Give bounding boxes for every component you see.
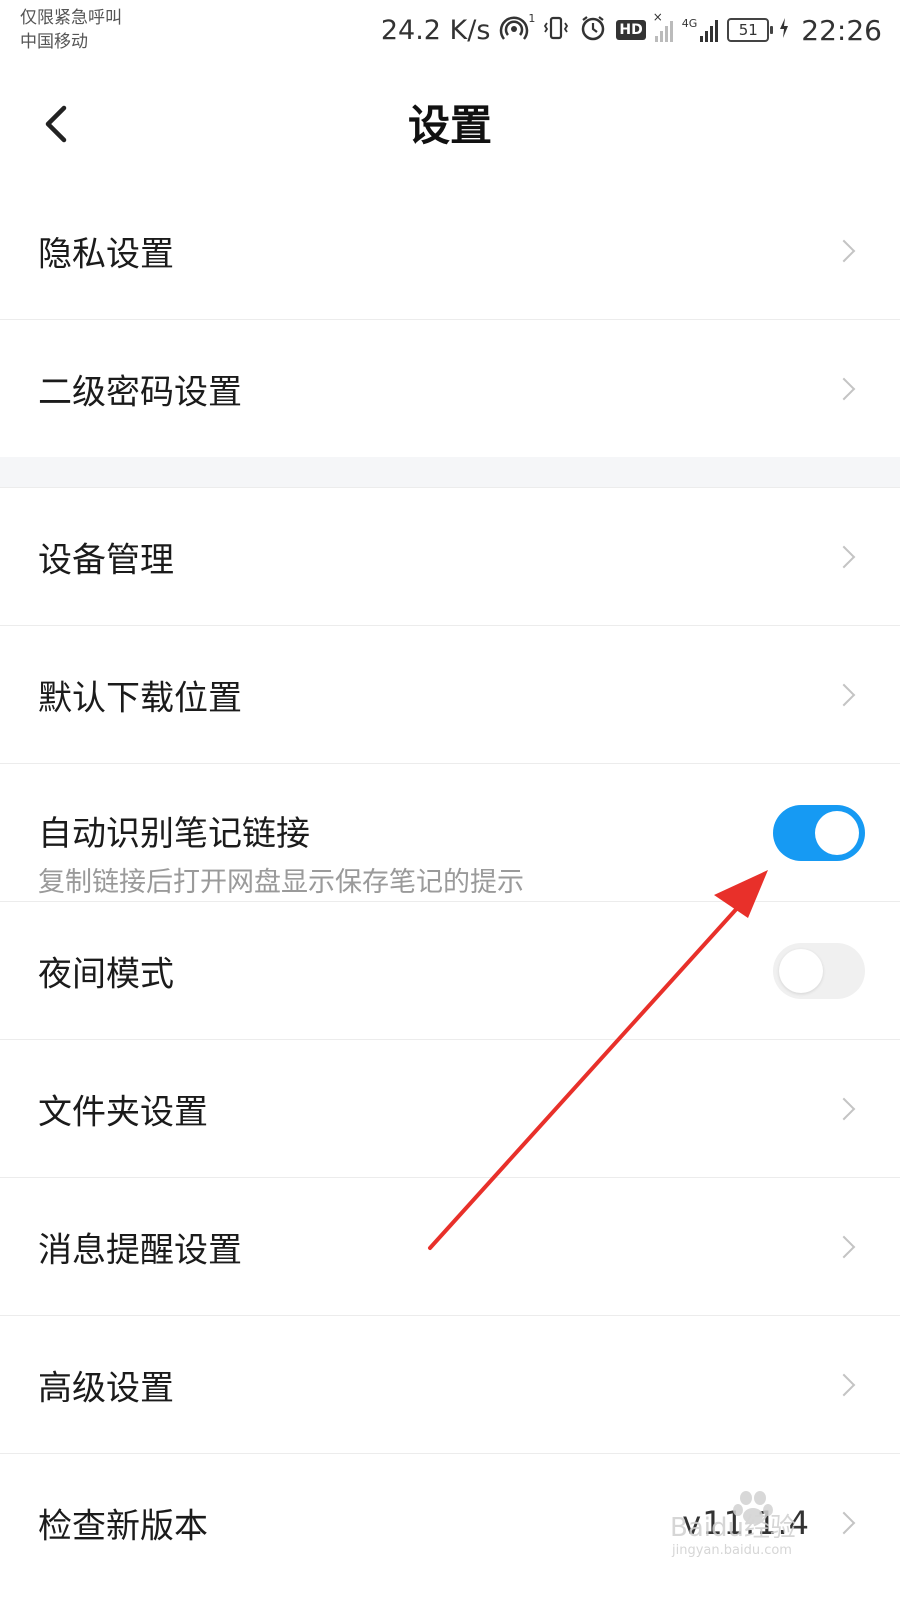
toggle-knob [815, 810, 859, 855]
settings-item-default-download-location[interactable]: 默认下载位置 [0, 626, 900, 764]
hd-voice-icon: HD [616, 20, 646, 40]
settings-item-auto-detect-note-links: 自动识别笔记链接 复制链接后打开网盘显示保存笔记的提示 [0, 764, 900, 902]
settings-item-label: 默认下载位置 [38, 678, 242, 718]
vibrate-icon [542, 14, 570, 46]
settings-item-folder-settings[interactable]: 文件夹设置 [0, 1040, 900, 1178]
settings-item-label: 隐私设置 [38, 234, 174, 274]
watermark-logo: Baidu经验 jingyan.baidu.com [660, 1488, 840, 1558]
chevron-right-icon [832, 545, 856, 568]
section-divider [0, 457, 900, 488]
page-title: 设置 [407, 101, 492, 150]
status-indicators: 24.2 K/s 1 HD × 4G 51 22:26 [380, 11, 882, 48]
settings-list: 隐私设置 二级密码设置 设备管理 默认下载位置 自动识别笔记链接 复制链接后打开… [0, 182, 900, 1591]
watermark-url: jingyan.baidu.com [671, 1543, 792, 1558]
settings-item-privacy[interactable]: 隐私设置 [0, 182, 900, 320]
carrier-info: 仅限紧急呼叫 中国移动 [20, 6, 122, 54]
toggle-knob [779, 948, 823, 993]
settings-item-label: 设备管理 [38, 540, 174, 580]
chevron-right-icon [832, 1097, 856, 1120]
hotspot-icon: 1 [499, 12, 536, 47]
settings-item-night-mode: 夜间模式 [0, 902, 900, 1040]
settings-item-label: 检查新版本 [38, 1506, 208, 1546]
settings-item-label: 高级设置 [38, 1368, 174, 1408]
alarm-icon [579, 14, 607, 46]
settings-item-label: 消息提醒设置 [38, 1230, 242, 1270]
settings-item-device-management[interactable]: 设备管理 [0, 488, 900, 626]
clock: 22:26 [801, 13, 882, 47]
carrier-line-emergency: 仅限紧急呼叫 [20, 8, 122, 28]
settings-item-label: 文件夹设置 [38, 1092, 208, 1132]
network-speed: 24.2 K/s [380, 14, 491, 46]
baidu-paw-icon: Baidu经验 jingyan.baidu.com [670, 1491, 796, 1558]
settings-item-advanced[interactable]: 高级设置 [0, 1316, 900, 1454]
no-signal-icon: × [653, 11, 673, 42]
chevron-right-icon [832, 1373, 856, 1396]
carrier-line-name: 中国移动 [20, 32, 88, 52]
chevron-right-icon [832, 683, 856, 706]
settings-item-message-reminder[interactable]: 消息提醒设置 [0, 1178, 900, 1316]
battery-icon: 51 [727, 18, 774, 42]
charging-icon [778, 16, 790, 44]
settings-item-label: 夜间模式 [38, 954, 174, 994]
status-bar: 仅限紧急呼叫 中国移动 24.2 K/s 1 HD × 4G 51 22:26 [0, 0, 900, 62]
chevron-right-icon [832, 1235, 856, 1258]
auto-detect-note-links-toggle[interactable] [773, 804, 865, 861]
cellular-signal-icon: 4G [682, 18, 719, 42]
chevron-right-icon [832, 239, 856, 262]
watermark-brand: Baidu经验 [670, 1513, 796, 1543]
network-type-label: 4G [681, 17, 698, 30]
hotspot-badge: 1 [528, 12, 536, 25]
settings-item-description: 复制链接后打开网盘显示保存笔记的提示 [38, 867, 524, 898]
header: 设置 [0, 62, 900, 182]
chevron-right-icon [832, 377, 856, 400]
settings-item-secondary-password[interactable]: 二级密码设置 [0, 320, 900, 457]
settings-item-label: 自动识别笔记链接 [38, 814, 310, 854]
night-mode-toggle[interactable] [773, 942, 865, 999]
settings-item-label: 二级密码设置 [38, 372, 242, 412]
